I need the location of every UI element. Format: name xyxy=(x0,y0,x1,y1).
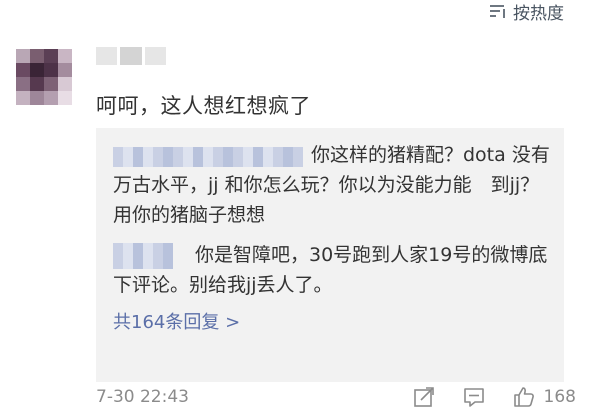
reply-item[interactable]: 你是智障吧，30号跑到人家19号的微博底下评论。别给我jj丢人了。 xyxy=(113,240,553,300)
replies-panel[interactable]: 你这样的猪精配？dota 没有万古水平，jj 和你怎么玩？你以为没能力能 到jj… xyxy=(96,128,564,382)
comment-card: 呵呵，这人想红想疯了 你这样的猪精配？dota 没有万古水平，jj 和你怎么玩？… xyxy=(0,40,612,413)
sort-by-hot-button[interactable]: 按热度 xyxy=(489,0,564,24)
sort-label: 按热度 xyxy=(513,3,564,24)
comment-icon[interactable] xyxy=(462,385,486,409)
timestamp: 7-30 22:43 xyxy=(96,387,189,407)
thumbs-up-icon xyxy=(513,387,534,407)
username-blurred[interactable] xyxy=(96,47,166,65)
reply-text: 你是智障吧，30号跑到人家19号的微博底下评论。别给我jj丢人了。 xyxy=(113,244,548,296)
view-all-replies-link[interactable]: 共164条回复 > xyxy=(113,308,240,334)
comment-text: 呵呵，这人想红想疯了 xyxy=(96,94,311,118)
share-icon[interactable] xyxy=(412,385,436,409)
reply-author-blurred xyxy=(113,146,303,167)
avatar[interactable] xyxy=(16,49,72,105)
sort-lines-icon xyxy=(490,5,505,18)
comment-actions: 168 xyxy=(412,385,576,409)
like-button[interactable]: 168 xyxy=(512,385,576,409)
reply-author-blurred xyxy=(113,242,173,269)
comment-meta: 7-30 22:43 168 xyxy=(96,381,576,413)
like-count: 168 xyxy=(543,387,576,407)
reply-item[interactable]: 你这样的猪精配？dota 没有万古水平，jj 和你怎么玩？你以为没能力能 到jj… xyxy=(113,140,553,230)
